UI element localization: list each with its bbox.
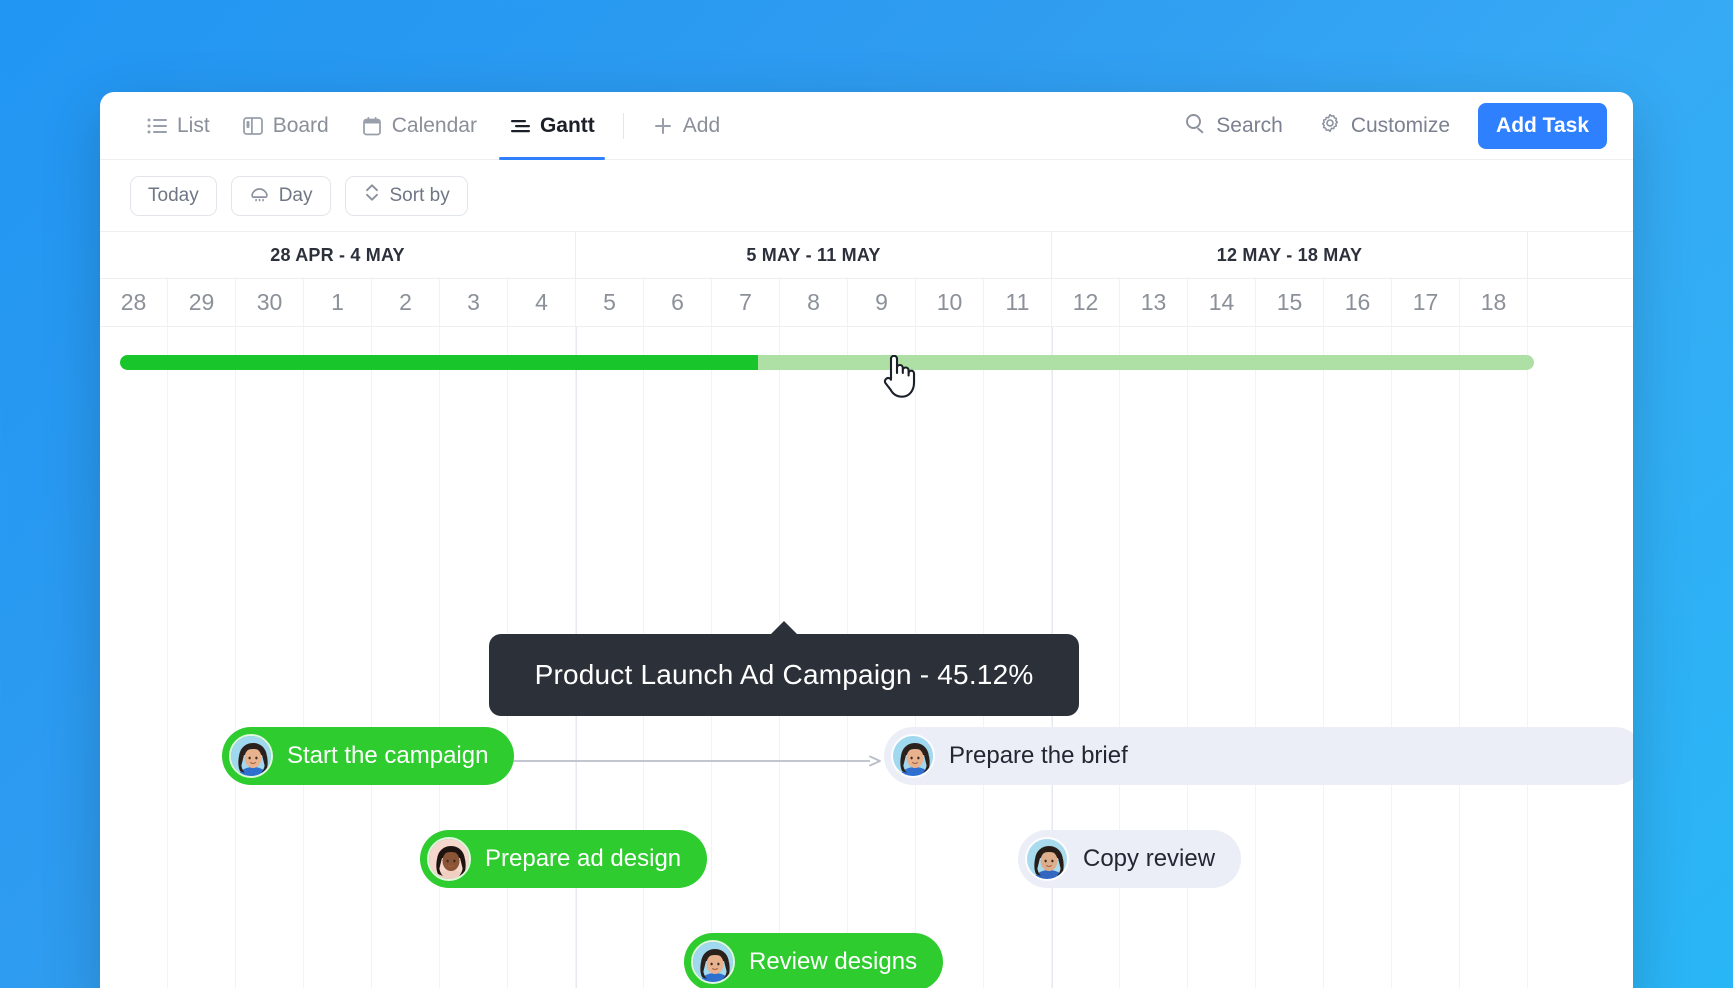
- gantt-grid-column: [1324, 327, 1392, 988]
- app-window: List Board Calendar Gantt Add Search Cus…: [100, 92, 1633, 988]
- board-icon: [242, 115, 264, 137]
- list-icon: [146, 115, 168, 137]
- gantt-chart-body: Product Launch Ad Campaign - 45.12% Star…: [100, 327, 1633, 988]
- calendar-icon: [361, 115, 383, 137]
- tab-add-view-label: Add: [682, 113, 721, 137]
- toolbar-divider: [622, 112, 624, 139]
- avatar[interactable]: [891, 734, 935, 778]
- gantt-filter-bar: Today Day Sort by: [100, 160, 1633, 232]
- timescale-button[interactable]: Day: [230, 175, 331, 216]
- avatar[interactable]: [691, 940, 735, 984]
- gantt-task-bar[interactable]: Prepare the brief: [884, 727, 1633, 785]
- search-icon: [1184, 112, 1206, 140]
- task-tooltip: Product Launch Ad Campaign - 45.12%: [489, 621, 1079, 716]
- gantt-icon: [509, 115, 531, 137]
- search-button-label: Search: [1216, 113, 1283, 137]
- gantt-grid-column: [304, 327, 372, 988]
- dependency-arrow-icon: [510, 755, 881, 767]
- add-task-button[interactable]: Add Task: [1478, 102, 1607, 149]
- gear-icon: [1319, 112, 1341, 140]
- timeline-day-cell[interactable]: 16: [1324, 279, 1392, 326]
- gantt-task-label: Copy review: [1083, 845, 1216, 872]
- timeline-day-cell[interactable]: 18: [1460, 279, 1528, 326]
- gantt-grid-column: [236, 327, 304, 988]
- tab-gantt[interactable]: Gantt: [493, 92, 611, 160]
- search-button[interactable]: Search: [1166, 112, 1301, 140]
- avatar[interactable]: [427, 837, 471, 881]
- tab-list-label: List: [177, 113, 210, 137]
- timescale-button-label: Day: [278, 184, 313, 206]
- view-toolbar: List Board Calendar Gantt Add Search Cus…: [100, 92, 1633, 160]
- sort-by-button-label: Sort by: [389, 184, 450, 206]
- timeline-week-0: 28 APR - 4 MAY: [100, 232, 576, 278]
- view-tabs: List Board Calendar Gantt Add: [130, 92, 736, 160]
- timeline-week-2: 12 MAY - 18 MAY: [1052, 232, 1528, 278]
- gantt-grid-column: [1188, 327, 1256, 988]
- avatar[interactable]: [1025, 837, 1069, 881]
- gantt-grid-column: [1120, 327, 1188, 988]
- gantt-task-bar[interactable]: Copy review: [1018, 830, 1242, 888]
- tooltip-text: Product Launch Ad Campaign - 45.12%: [534, 659, 1034, 690]
- project-progress-fill: [120, 355, 758, 370]
- timeline-day-cell[interactable]: 8: [780, 279, 848, 326]
- gantt-task-label: Start the campaign: [287, 742, 489, 769]
- timeline-day-cell[interactable]: 28: [100, 279, 168, 326]
- timeline-day-cell[interactable]: 30: [236, 279, 304, 326]
- timeline-day-cell[interactable]: 5: [576, 279, 644, 326]
- timeline-days-header: 28 29 30 1 2 3 4 5 6 7 8 9 10 11 12 13 14 15 16 17 18: [100, 279, 1633, 327]
- timeline-day-cell[interactable]: 17: [1392, 279, 1460, 326]
- timeline-day-cell[interactable]: 10: [916, 279, 984, 326]
- project-progress-bar[interactable]: [120, 355, 1534, 370]
- timeline-day-cell[interactable]: 9: [848, 279, 916, 326]
- gantt-grid-column: [1460, 327, 1528, 988]
- timeline-day-cell[interactable]: 14: [1188, 279, 1256, 326]
- gantt-grid-column: [100, 327, 168, 988]
- gantt-task-bar[interactable]: Start the campaign: [222, 727, 515, 785]
- gantt-grid-column: [1256, 327, 1324, 988]
- timeline-day-cell[interactable]: 12: [1052, 279, 1120, 326]
- chevron-updown-icon: [363, 182, 381, 209]
- gantt-grid-column: [168, 327, 236, 988]
- timeline-week-1: 5 MAY - 11 MAY: [576, 232, 1052, 278]
- tab-add-view[interactable]: Add: [636, 92, 736, 159]
- gantt-task-label: Review designs: [749, 948, 918, 975]
- timeline-day-cell[interactable]: 13: [1120, 279, 1188, 326]
- timeline-day-cell[interactable]: 29: [168, 279, 236, 326]
- tab-gantt-label: Gantt: [539, 113, 595, 137]
- timeline-day-cell[interactable]: 4: [508, 279, 576, 326]
- timeline-day-cell[interactable]: 2: [372, 279, 440, 326]
- tab-calendar-label: Calendar: [391, 113, 477, 137]
- customize-button-label: Customize: [1350, 113, 1451, 137]
- gantt-task-label: Prepare the brief: [949, 742, 1128, 769]
- tab-calendar[interactable]: Calendar: [345, 92, 493, 159]
- tab-board[interactable]: Board: [226, 92, 345, 159]
- timescale-icon: [249, 182, 270, 209]
- tab-list[interactable]: List: [130, 92, 226, 159]
- plus-icon: [652, 115, 674, 137]
- gantt-task-bar[interactable]: Prepare ad design: [420, 830, 708, 888]
- timeline-day-cell[interactable]: 11: [984, 279, 1052, 326]
- timeline-day-cell[interactable]: 1: [304, 279, 372, 326]
- gantt-grid-column: [1392, 327, 1460, 988]
- timeline-day-cell[interactable]: 15: [1256, 279, 1324, 326]
- today-button[interactable]: Today: [130, 175, 217, 216]
- tab-board-label: Board: [272, 113, 329, 137]
- gantt-task-label: Prepare ad design: [485, 845, 682, 872]
- avatar[interactable]: [229, 734, 273, 778]
- timeline-weeks-header: 28 APR - 4 MAY 5 MAY - 11 MAY 12 MAY - 18 …: [100, 232, 1633, 279]
- customize-button[interactable]: Customize: [1301, 112, 1468, 140]
- timeline-day-cell[interactable]: 3: [440, 279, 508, 326]
- today-button-label: Today: [148, 184, 199, 206]
- timeline-day-cell[interactable]: 7: [712, 279, 780, 326]
- sort-by-button[interactable]: Sort by: [344, 175, 468, 216]
- timeline-day-cell[interactable]: 6: [644, 279, 712, 326]
- gantt-grid-column: [372, 327, 440, 988]
- gantt-task-bar[interactable]: Review designs: [684, 933, 944, 988]
